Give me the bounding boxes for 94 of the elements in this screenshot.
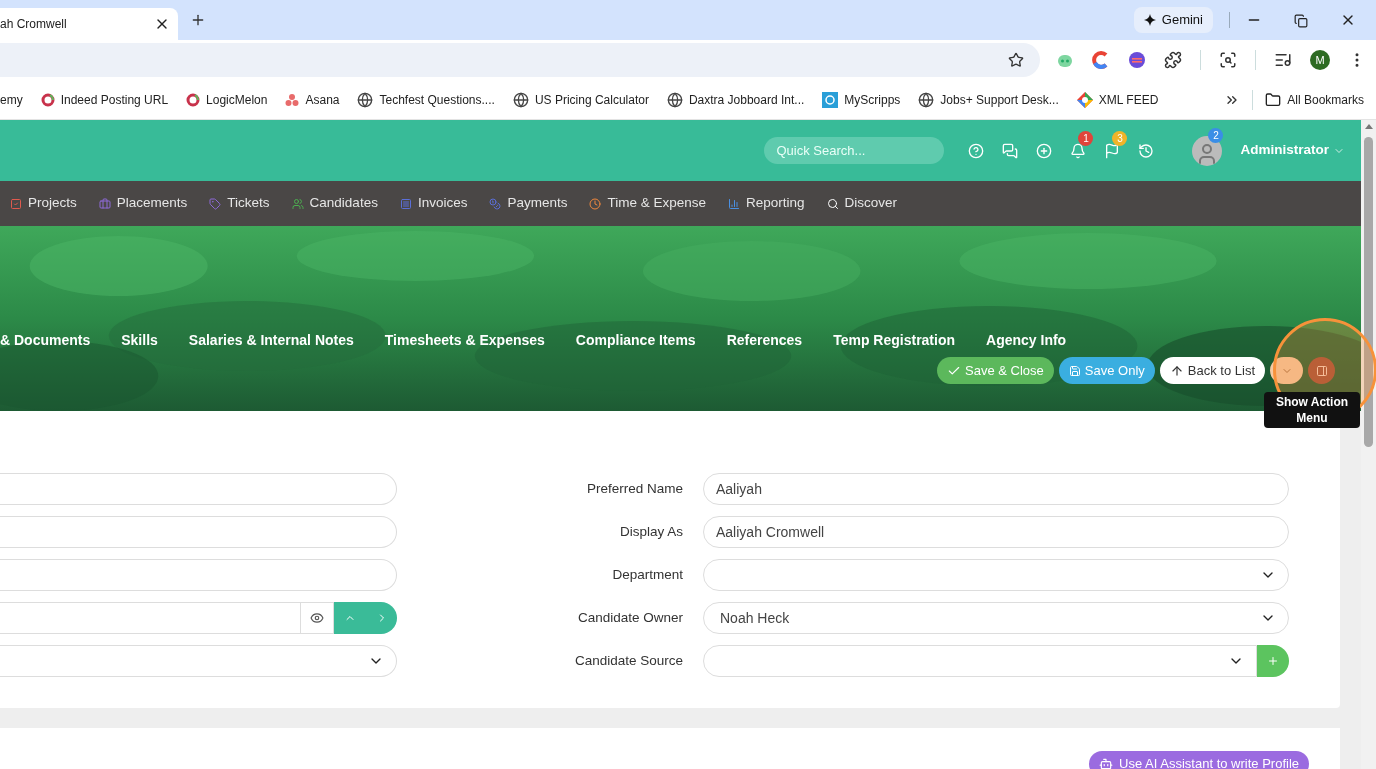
record-tab[interactable]: Temp Registration	[833, 330, 956, 351]
text-field[interactable]	[0, 602, 301, 634]
nav-item[interactable]: Placements	[98, 193, 188, 214]
profile-avatar[interactable]: M	[1310, 50, 1330, 70]
select-field[interactable]	[703, 645, 1257, 677]
flag-icon[interactable]	[1104, 142, 1121, 159]
clock-icon	[589, 197, 602, 210]
view-button[interactable]	[301, 602, 334, 634]
globe-icon	[512, 91, 529, 108]
field-label: Candidate Source	[573, 651, 684, 670]
flag-badge: 3	[1112, 130, 1128, 146]
bookmark[interactable]: Daxtra Jobboard Int...	[666, 90, 805, 109]
bell-icon[interactable]	[1070, 142, 1087, 159]
bookmark[interactable]: MyScripps	[822, 90, 901, 109]
record-tab[interactable]: & Documents	[0, 330, 91, 351]
media-icon[interactable]	[1274, 51, 1292, 69]
nav-item[interactable]: Reporting	[728, 193, 805, 214]
new-tab-icon[interactable]	[190, 12, 206, 28]
globe-icon	[666, 91, 683, 108]
history-icon[interactable]	[1138, 142, 1155, 159]
record-tab[interactable]: References	[726, 330, 803, 351]
bot-icon	[1099, 757, 1114, 769]
tag-icon	[209, 197, 222, 210]
text-field[interactable]	[0, 559, 397, 591]
add-button[interactable]	[1257, 645, 1289, 677]
bookmark[interactable]: Jobs+ Support Desk...	[918, 90, 1059, 109]
star-icon[interactable]	[1008, 52, 1024, 68]
circle-logo-icon[interactable]	[1128, 51, 1146, 69]
bookmark[interactable]: Techfest Questions....	[357, 90, 495, 109]
diamond-logo-icon	[1076, 91, 1093, 108]
folder-icon	[1265, 91, 1282, 108]
record-tab[interactable]: Skills	[121, 330, 158, 351]
panel-icon	[1315, 364, 1328, 377]
select-field[interactable]	[703, 559, 1289, 591]
nav-item[interactable]: Discover	[826, 193, 898, 214]
nav-item[interactable]: Invoices	[399, 193, 468, 214]
all-bookmarks[interactable]: All Bookmarks	[1265, 90, 1364, 109]
square-logo-icon	[822, 91, 839, 108]
nav-item[interactable]: Payments	[489, 193, 568, 214]
back-button[interactable]: Back to List	[1159, 357, 1265, 384]
bookmark[interactable]: Asana	[285, 90, 340, 109]
record-tab[interactable]: Salaries & Internal Notes	[188, 330, 354, 351]
document-icon	[399, 197, 412, 210]
save-icon	[1068, 364, 1081, 377]
text-field[interactable]: Aaliyah Cromwell	[703, 516, 1289, 548]
nav-item[interactable]: Projects	[10, 193, 77, 214]
dots-logo-icon	[285, 92, 300, 107]
search-icon	[826, 197, 839, 210]
add-icon[interactable]	[1036, 142, 1053, 159]
colorful-c-icon[interactable]	[1092, 51, 1110, 69]
text-field[interactable]	[0, 516, 397, 548]
record-tab[interactable]: Agency Info	[986, 330, 1067, 351]
select-field[interactable]	[0, 645, 397, 677]
gemini-button[interactable]: Gemini	[1133, 7, 1213, 33]
bookmark[interactable]: LogicMelon	[186, 90, 268, 109]
field-label: Candidate Owner	[576, 608, 684, 627]
tooltip: Show Action Menu	[1264, 392, 1360, 428]
plus-icon	[1267, 655, 1279, 667]
nav-item[interactable]: Tickets	[209, 193, 270, 214]
notification-badge: 1	[1078, 130, 1094, 146]
avatar-badge: 2	[1208, 127, 1224, 143]
users-icon	[291, 197, 304, 210]
checkbox-icon	[10, 197, 22, 210]
ai-assistant-button[interactable]: Use AI Assistant to write Profile	[1089, 751, 1309, 769]
bookmark[interactable]: Indeed Posting URL	[40, 90, 169, 109]
briefcase-icon	[98, 197, 111, 210]
restore-icon[interactable]	[1294, 14, 1308, 28]
record-tab[interactable]: Timesheets & Expenses	[384, 330, 545, 351]
globe-icon	[918, 91, 935, 108]
text-field[interactable]	[0, 473, 397, 505]
field-label: Department	[611, 565, 684, 584]
bookmark[interactable]: XML FEED	[1076, 90, 1159, 109]
bookmark[interactable]: emy	[0, 90, 23, 109]
help-icon[interactable]	[968, 142, 985, 159]
search-tabs-icon[interactable]	[1219, 51, 1237, 69]
bar-chart-icon	[728, 197, 740, 210]
record-tab[interactable]: Compliance Items	[575, 330, 696, 351]
bookmark[interactable]: US Pricing Calculator	[512, 90, 649, 109]
globe-icon	[357, 91, 374, 108]
swirl-logo-icon	[186, 92, 201, 107]
select-field[interactable]: Noah Heck	[703, 602, 1289, 634]
browser-tab[interactable]: ah Cromwell	[0, 8, 178, 40]
sparkle-icon	[1143, 14, 1156, 26]
swirl-logo-icon	[40, 92, 55, 107]
text-field[interactable]: Aaliyah	[703, 473, 1289, 505]
chat-icon[interactable]	[1002, 142, 1019, 159]
field-label: Display As	[618, 522, 684, 541]
next-button[interactable]	[366, 602, 397, 634]
eye-icon	[310, 611, 324, 625]
extensions-icon[interactable]	[1164, 51, 1182, 69]
nav-item[interactable]: Time & Expense	[589, 193, 706, 214]
nav-item[interactable]: Candidates	[291, 193, 378, 214]
coins-icon	[489, 197, 502, 210]
field-label: Preferred Name	[585, 479, 684, 498]
